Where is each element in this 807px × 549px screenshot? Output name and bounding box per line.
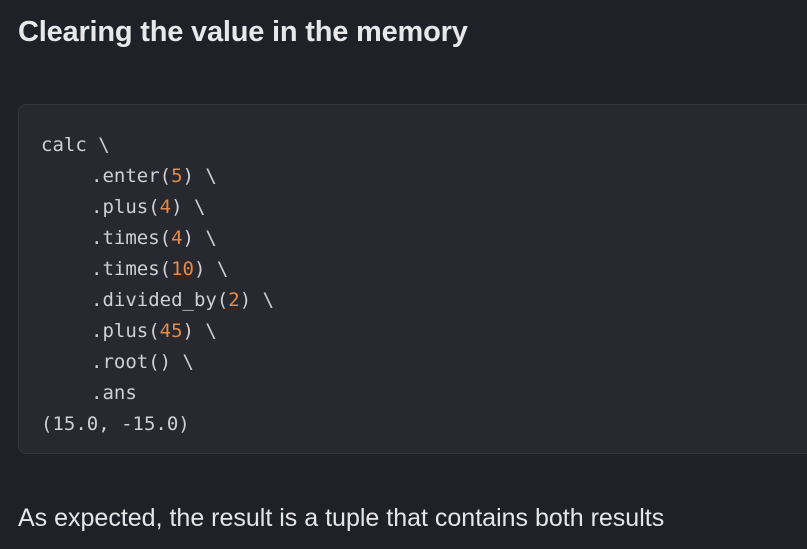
code-block[interactable]: calc \ .enter(5) \ .plus(4) \ .times(4) \ .t… — [18, 104, 807, 454]
code-token: ) \ — [171, 196, 206, 218]
code-token: ) \ — [239, 289, 275, 311]
code-line: .plus(4) \ — [41, 192, 807, 223]
code-line: .ans — [41, 378, 807, 409]
code-line: .times(10) \ — [41, 254, 807, 285]
code-token: .times( — [91, 227, 172, 249]
code-token: (15.0, -15.0) — [41, 413, 190, 435]
code-token: ) \ — [182, 165, 217, 187]
section-heading: Clearing the value in the memory — [18, 16, 468, 48]
code-number-literal: 10 — [171, 258, 194, 280]
code-token: .divided_by( — [91, 289, 229, 311]
code-token: .plus( — [91, 320, 160, 342]
code-line: .enter(5) \ — [41, 161, 807, 192]
result-paragraph: As expected, the result is a tuple that … — [18, 504, 665, 532]
code-line: .divided_by(2) \ — [41, 285, 807, 316]
code-line: .plus(45) \ — [41, 316, 807, 347]
code-number-literal: 2 — [228, 289, 240, 311]
code-line: (15.0, -15.0) — [41, 409, 807, 440]
code-token: calc \ — [41, 134, 110, 156]
code-token: .plus( — [91, 196, 160, 218]
code-line: .times(4) \ — [41, 223, 807, 254]
code-token: ) \ — [182, 320, 217, 342]
code-token: .enter( — [91, 165, 172, 187]
code-number-literal: 4 — [159, 196, 172, 218]
code-number-literal: 5 — [171, 165, 183, 187]
code-line: .root() \ — [41, 347, 807, 378]
code-line: calc \ — [41, 130, 807, 161]
code-token: .ans — [91, 382, 137, 404]
code-number-literal: 45 — [159, 320, 183, 342]
code-token: .root() \ — [91, 351, 194, 373]
code-token: .times( — [91, 258, 172, 280]
code-token: ) \ — [182, 227, 217, 249]
code-number-literal: 4 — [171, 227, 183, 249]
code-token: ) \ — [193, 258, 229, 280]
